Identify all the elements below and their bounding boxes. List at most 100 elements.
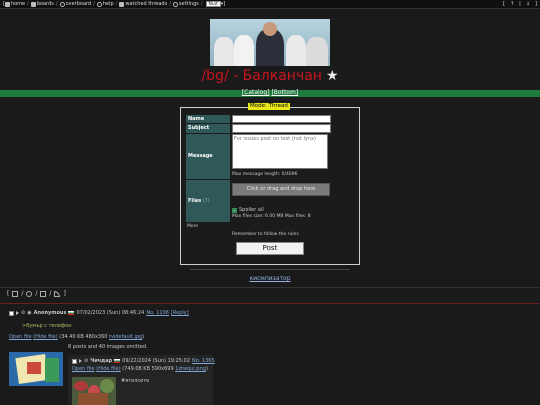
- search-icon[interactable]: [26, 290, 33, 297]
- reply-post-header: ⊘ Чичдар 09/22/2024 (Sun) 19:25:02 No. 1…: [72, 358, 215, 364]
- poster-name: Anonymous: [33, 310, 67, 316]
- files-label-text: Files: [188, 198, 202, 204]
- nav-separator: /: [55, 1, 58, 7]
- toolbar-close-bracket: ]: [63, 290, 66, 297]
- nav-home-link[interactable]: home: [4, 1, 26, 7]
- bottom-link[interactable]: [Bottom]: [271, 89, 298, 96]
- watch-icon[interactable]: ◉: [27, 310, 31, 316]
- nav-help-label: help: [102, 1, 114, 7]
- hide-file-link[interactable]: (Hide file): [33, 334, 58, 340]
- message-placeholder: For issues post on test (not lynx): [234, 136, 316, 142]
- nav-watched-link[interactable]: watched threads: [119, 1, 167, 7]
- nav-help-link[interactable]: help: [96, 1, 114, 7]
- nav-boards-link[interactable]: boards: [30, 1, 54, 7]
- eye-icon: [119, 1, 125, 7]
- divider: [0, 303, 540, 304]
- post-date: 07/02/2023 (Sun) 08:46:24: [76, 310, 145, 316]
- op-post-header: ⊘ ◉ Anonymous 07/02/2023 (Sun) 08:46:24 …: [9, 310, 189, 316]
- download-icon[interactable]: [12, 290, 19, 297]
- post-checkbox[interactable]: [9, 310, 14, 316]
- file-name-link[interactable]: 1ztwqui.png: [175, 366, 206, 372]
- nav-arrows: [ ↑ | ↓ ]: [503, 1, 537, 7]
- file-meta-close: ): [205, 366, 208, 372]
- post-date: 09/22/2024 (Sun) 19:25:02: [122, 358, 191, 364]
- toolbar-separator: /: [21, 290, 24, 297]
- reply-file-info: Open file (Hide file) (749.08 KB 590x699…: [72, 366, 208, 372]
- nav-overboard-label: overboard: [65, 1, 92, 7]
- nav-arrows-bracket-open: [: [503, 1, 505, 7]
- name-label: Name: [186, 115, 230, 123]
- message-label: Message: [186, 134, 230, 179]
- rules-note: Remember to follow the rules: [232, 232, 299, 237]
- toolbar-separator: /: [49, 290, 52, 297]
- nav-overboard-link[interactable]: overboard: [59, 1, 92, 7]
- post-menu-icon[interactable]: [79, 359, 82, 363]
- nav-boards-label: boards: [36, 1, 54, 7]
- file-meta: (34.40 KB 480x360: [59, 334, 110, 340]
- divider: [0, 287, 540, 288]
- hide-file-link[interactable]: (Hide file): [96, 366, 121, 372]
- open-file-link[interactable]: Open file: [72, 366, 95, 372]
- file-dropzone[interactable]: Click or drag and drop here: [232, 183, 330, 196]
- toolbar-open-bracket: [: [7, 290, 10, 297]
- board-banner-image: [210, 19, 330, 66]
- overboard-icon: [59, 1, 65, 7]
- catalog-link[interactable]: [Catalog]: [242, 89, 270, 96]
- subject-input[interactable]: [232, 124, 331, 133]
- divider: [190, 269, 350, 270]
- nav-settings-link[interactable]: settings: [172, 1, 199, 7]
- country-flag-icon: [114, 359, 121, 363]
- nav-home-label: home: [10, 1, 26, 7]
- post-checkbox[interactable]: [72, 358, 77, 364]
- star-icon[interactable]: ★: [326, 68, 339, 84]
- nav-arrows-bracket-close: ]: [535, 1, 537, 7]
- scroll-top-icon[interactable]: ↑: [510, 1, 514, 7]
- spoiler-all-option[interactable]: ✓ Spoiler all: [232, 207, 264, 213]
- country-flag-icon: [68, 311, 75, 315]
- help-icon: [96, 1, 102, 7]
- file-name-link[interactable]: tvidefault.jpg: [109, 334, 142, 340]
- hide-icon[interactable]: ⊘: [84, 358, 88, 364]
- op-thumbnail[interactable]: [9, 352, 63, 386]
- board-title: /bg/ - Балканчан ★: [0, 68, 540, 84]
- more-options-toggle[interactable]: More: [187, 224, 198, 229]
- reply-text: #ятелсете: [121, 378, 150, 384]
- nav-separator: /: [169, 1, 171, 7]
- files-label: Files (?): [186, 180, 230, 222]
- op-file-info: Open file (Hide file) (34.40 KB 480x360 …: [9, 334, 144, 340]
- files-help-link[interactable]: (?): [203, 198, 210, 204]
- home-icon: [4, 1, 10, 7]
- reply-thumbnail[interactable]: [72, 377, 116, 405]
- rules-text[interactable]: Remember to follow the rules: [232, 232, 299, 237]
- post-menu-icon[interactable]: [16, 311, 19, 315]
- theme-select[interactable]: Nuit: [205, 1, 221, 7]
- top-navbar: [ home / boards / overboard / help / wat…: [0, 0, 540, 9]
- post-greentext: >бумър с телефон: [22, 323, 72, 329]
- nav-separator: /: [115, 1, 118, 7]
- post-number-link[interactable]: No. 1106: [146, 310, 169, 316]
- omitted-note: 8 posts and 40 images omitted.: [68, 344, 148, 350]
- name-input[interactable]: [232, 115, 331, 123]
- nav-separator: /: [200, 1, 203, 7]
- form-mode-label: Mode: Thread: [248, 103, 290, 110]
- nav-separator: /: [93, 1, 95, 7]
- post-number-link[interactable]: No. 1365: [192, 358, 215, 364]
- spoiler-checkbox[interactable]: ✓: [232, 207, 237, 213]
- scroll-bottom-icon[interactable]: ↓: [526, 1, 530, 7]
- ban-link[interactable]: кисмпизатор: [249, 275, 290, 282]
- reply-link[interactable]: [Reply]: [171, 310, 189, 316]
- boards-icon: [30, 1, 36, 7]
- ban-link-row: кисмпизатор: [0, 275, 540, 282]
- hide-icon[interactable]: ⊘: [21, 310, 25, 316]
- nav-separator: /: [27, 1, 29, 7]
- open-file-link[interactable]: Open file: [9, 334, 32, 340]
- nav-arrows-separator: |: [519, 1, 521, 7]
- thread-toolbar: [ / / / ]: [7, 290, 66, 297]
- rss-icon[interactable]: [54, 290, 61, 297]
- grid-icon[interactable]: [40, 290, 47, 297]
- toolbar-separator: /: [35, 290, 38, 297]
- subject-label: Subject: [186, 124, 230, 133]
- max-length-note: Max message length: 0/4096: [232, 172, 298, 177]
- post-button[interactable]: Post: [236, 242, 304, 255]
- board-nav-links: [Catalog] [Bottom]: [0, 89, 540, 96]
